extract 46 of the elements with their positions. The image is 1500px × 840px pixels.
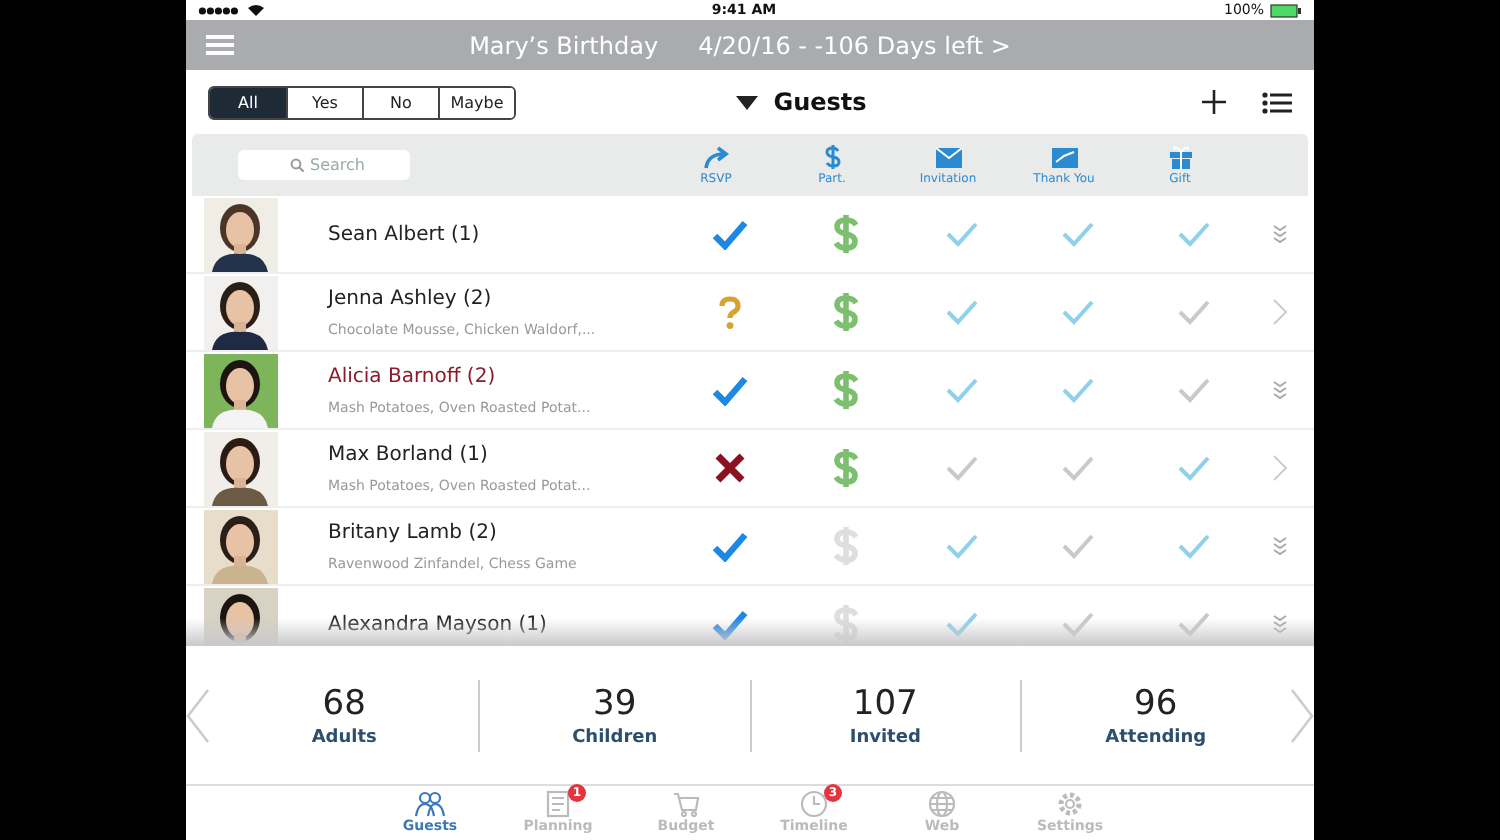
filter-segment[interactable]: Maybe — [438, 87, 514, 117]
stat-value: 96 — [1134, 683, 1178, 723]
previous-button[interactable] — [186, 687, 210, 743]
list-view-button[interactable] — [1262, 91, 1292, 113]
chevron-right-icon[interactable] — [1272, 454, 1288, 482]
event-title: Mary’s Birthday — [469, 31, 659, 59]
add-button[interactable] — [1202, 90, 1226, 114]
wifi-icon — [248, 4, 264, 16]
settings-icon — [1054, 790, 1086, 818]
event-date-link[interactable]: 4/20/16 - -106 Days left > — [698, 31, 1011, 59]
filter-segment[interactable]: All — [210, 87, 286, 117]
stat-value: 107 — [852, 683, 918, 723]
card-icon — [1049, 144, 1079, 170]
envelope-icon — [933, 144, 963, 170]
expand-icon[interactable] — [1272, 224, 1288, 244]
search-icon — [290, 158, 304, 172]
stat-value: 68 — [322, 683, 366, 723]
guest-name: Alicia Barnoff (2) — [328, 365, 498, 387]
people-icon — [414, 790, 446, 818]
guest-name: Britany Lamb (2) — [328, 521, 499, 543]
expand-icon[interactable] — [1272, 536, 1288, 556]
cart-icon — [670, 790, 702, 818]
stat-label: Children — [572, 727, 658, 747]
next-button[interactable] — [1290, 687, 1314, 743]
menu-button[interactable] — [206, 34, 234, 56]
guest-name: Jenna Ashley (2) — [328, 287, 494, 309]
battery-icon — [1270, 3, 1302, 17]
clock-icon — [798, 790, 830, 818]
stat-label: Adults — [311, 727, 377, 747]
dropdown-triangle-icon[interactable] — [735, 95, 758, 109]
signal-icon — [198, 5, 242, 15]
guest-name: Sean Albert (1) — [328, 223, 482, 245]
gift-icon — [1165, 144, 1195, 170]
expand-icon[interactable] — [1272, 614, 1288, 634]
document-icon — [542, 790, 574, 818]
guest-name: Max Borland (1) — [328, 443, 490, 465]
expand-icon[interactable] — [1272, 380, 1288, 400]
section-title: Guests — [773, 88, 867, 116]
share-arrow-icon — [701, 144, 731, 170]
guest-name: Alexandra Mayson (1) — [328, 613, 549, 635]
stat-value: 39 — [593, 683, 637, 723]
stat-label: Attending — [1105, 727, 1207, 747]
stat-label: Invited — [849, 727, 921, 747]
globe-icon — [926, 790, 958, 818]
search-field[interactable]: Search — [238, 150, 410, 180]
chevron-right-icon[interactable] — [1272, 298, 1288, 326]
